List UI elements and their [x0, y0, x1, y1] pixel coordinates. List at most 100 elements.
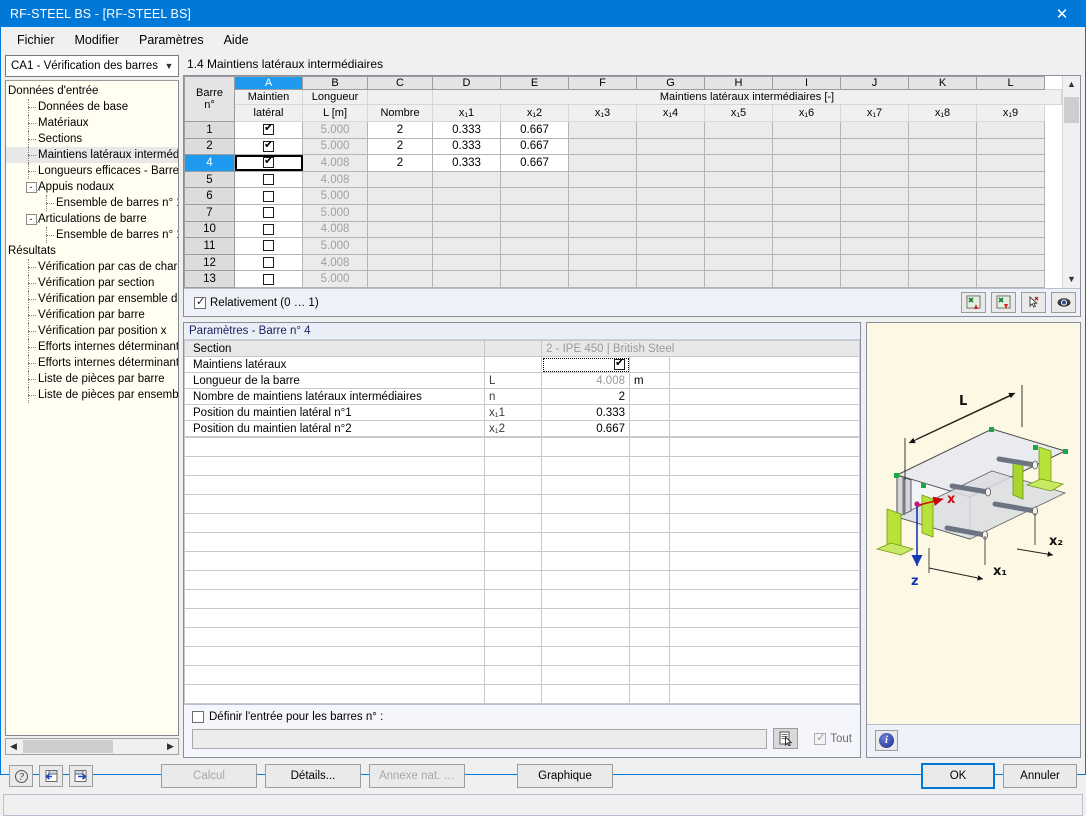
cell-x9[interactable]	[976, 270, 1045, 288]
cell-x2[interactable]	[500, 237, 569, 255]
cell-x6[interactable]	[772, 170, 841, 189]
tree-item[interactable]: Ensemble de barres n° 1 - S	[6, 195, 178, 211]
table-row[interactable]: 1 5.00020.3330.667	[184, 121, 1062, 139]
cell-x5[interactable]	[704, 220, 773, 239]
cell-x7[interactable]	[840, 237, 909, 255]
cell-maintien-lateral[interactable]	[234, 170, 303, 189]
tree-item[interactable]: Vérification par section	[6, 275, 178, 291]
tree-item[interactable]: Vérification par position x	[6, 323, 178, 339]
cell-x8[interactable]	[908, 237, 977, 255]
annexe-nationale-button[interactable]: Annexe nat. …	[369, 764, 465, 788]
cell-x4[interactable]	[636, 137, 705, 156]
tree-item[interactable]: Longueurs efficaces - Barres	[6, 163, 178, 179]
relative-checkbox[interactable]: Relativement (0 … 1)	[194, 295, 319, 309]
cell-x8[interactable]	[908, 253, 977, 272]
cell-maintien-lateral[interactable]	[234, 270, 303, 288]
table-row[interactable]: 13 5.000	[184, 270, 1062, 288]
tree-item[interactable]: - Appuis nodaux	[6, 179, 178, 195]
cell-maintien-lateral[interactable]	[234, 203, 303, 222]
cell-x8[interactable]	[908, 203, 977, 222]
cell-x3[interactable]	[568, 170, 637, 189]
cell-nombre[interactable]	[367, 220, 433, 239]
cell-x5[interactable]	[704, 237, 773, 255]
tree-item[interactable]: Ensemble de barres n° 1 - S	[6, 227, 178, 243]
relative-checkbox-box[interactable]	[194, 295, 206, 309]
tree-item[interactable]: Sections	[6, 131, 178, 147]
tree-item[interactable]: Vérification par cas de charge	[6, 259, 178, 275]
cell-x5[interactable]	[704, 137, 773, 156]
cell-x6[interactable]	[772, 253, 841, 272]
define-entry-checkbox-box[interactable]	[192, 711, 204, 723]
cell-nombre[interactable]	[367, 270, 433, 288]
cell-x6[interactable]	[772, 203, 841, 222]
cell-x2[interactable]	[500, 253, 569, 272]
tree-item[interactable]: Matériaux	[6, 115, 178, 131]
row-header[interactable]: 13	[184, 270, 235, 288]
tree-item[interactable]: Données d'entrée	[6, 83, 178, 99]
excel-import-button[interactable]	[961, 292, 986, 313]
cell-x3[interactable]	[568, 237, 637, 255]
table-row[interactable]: 12 4.008	[184, 253, 1062, 272]
cell-x3[interactable]	[568, 270, 637, 288]
info-button[interactable]: i	[875, 730, 898, 751]
checkbox-icon[interactable]	[263, 174, 274, 186]
table-row[interactable]: 4 4.00820.3330.667	[184, 154, 1062, 172]
checkbox-icon[interactable]	[263, 273, 274, 285]
tree-item[interactable]: Efforts internes déterminants p	[6, 339, 178, 355]
sidebar-hscrollbar[interactable]: ◀ ▶	[5, 738, 179, 755]
column-header-g[interactable]: G	[636, 76, 705, 90]
column-header-j[interactable]: J	[840, 76, 909, 90]
cell-x7[interactable]	[840, 187, 909, 205]
cell-x2[interactable]	[500, 187, 569, 205]
tout-checkbox[interactable]: Tout	[814, 731, 852, 745]
cell-nombre[interactable]	[367, 253, 433, 272]
cell-maintien-lateral[interactable]	[234, 237, 303, 255]
cell-x1[interactable]	[432, 253, 501, 272]
column-header-b[interactable]: B	[302, 76, 368, 90]
cell-x7[interactable]	[840, 203, 909, 222]
cell-nombre[interactable]: 2	[367, 137, 433, 156]
tree-item[interactable]: Liste de pièces par ensemble d	[6, 387, 178, 403]
cell-x8[interactable]	[908, 137, 977, 156]
tout-checkbox-box[interactable]	[814, 731, 827, 745]
parameter-value[interactable]: 0.667	[541, 420, 630, 437]
column-header-l[interactable]: L	[976, 76, 1045, 90]
menu-item-fichier[interactable]: Fichier	[7, 29, 65, 51]
cancel-button[interactable]: Annuler	[1003, 764, 1077, 788]
cell-x9[interactable]	[976, 170, 1045, 189]
graphique-button[interactable]: Graphique	[517, 764, 613, 788]
hscroll-thumb[interactable]	[23, 740, 113, 753]
cell-x1[interactable]	[432, 170, 501, 189]
cell-x2[interactable]: 0.667	[500, 137, 569, 156]
column-header-f[interactable]: F	[568, 76, 637, 90]
row-header[interactable]: 1	[184, 121, 235, 139]
cell-x8[interactable]	[908, 154, 977, 172]
cell-x6[interactable]	[772, 220, 841, 239]
table-row[interactable]: 6 5.000	[184, 187, 1062, 205]
chevron-left-icon[interactable]: ◀	[6, 741, 21, 752]
help-button[interactable]: ?	[9, 765, 33, 787]
cell-x3[interactable]	[568, 187, 637, 205]
cell-x2[interactable]	[500, 220, 569, 239]
cell-x7[interactable]	[840, 270, 909, 288]
cell-x2[interactable]: 0.667	[500, 121, 569, 139]
cell-nombre[interactable]	[367, 237, 433, 255]
row-header[interactable]: 5	[184, 170, 235, 189]
table-row[interactable]: 25.00020.3330.667	[184, 137, 1062, 156]
column-header-d[interactable]: D	[432, 76, 501, 90]
menu-item-aide[interactable]: Aide	[214, 29, 259, 51]
cell-x3[interactable]	[568, 220, 637, 239]
cell-x2[interactable]	[500, 170, 569, 189]
case-select[interactable]: CA1 - Vérification des barres en ▼	[5, 55, 179, 77]
table-row[interactable]: 10 4.008	[184, 220, 1062, 239]
ok-button[interactable]: OK	[921, 763, 995, 789]
cell-x8[interactable]	[908, 121, 977, 139]
chevron-right-icon[interactable]: ▶	[163, 741, 178, 752]
cell-x4[interactable]	[636, 154, 705, 172]
cell-nombre[interactable]: 2	[367, 154, 433, 172]
cell-nombre[interactable]	[367, 203, 433, 222]
cell-x1[interactable]	[432, 187, 501, 205]
cell-x1[interactable]	[432, 220, 501, 239]
cell-x6[interactable]	[772, 121, 841, 139]
cell-maintien-lateral[interactable]	[234, 137, 303, 156]
